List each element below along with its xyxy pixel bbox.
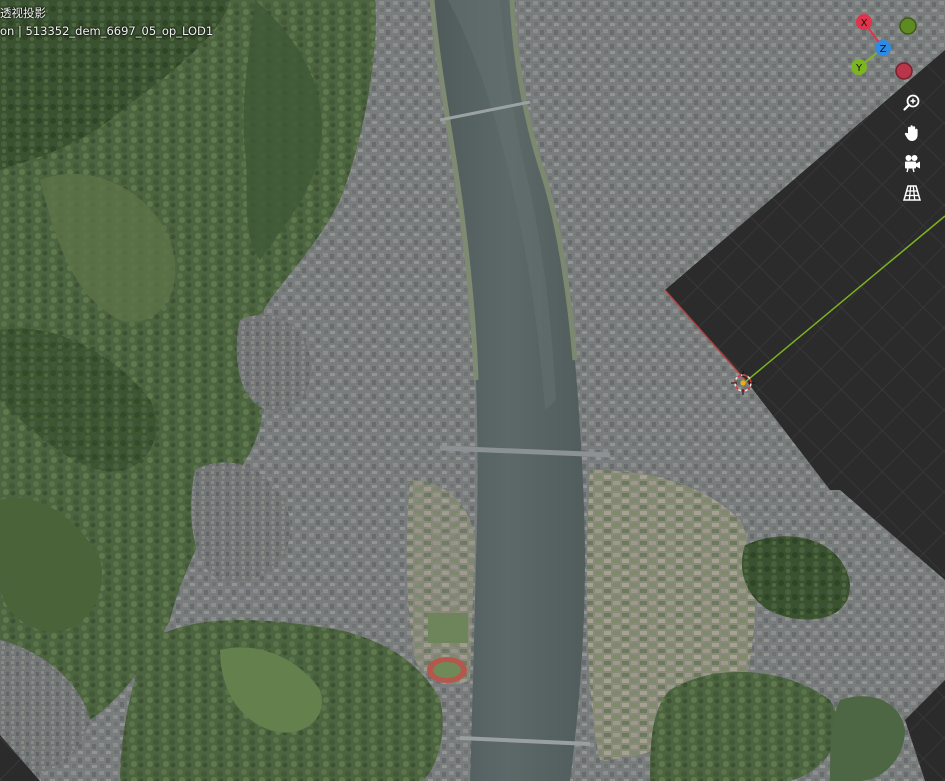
gizmo-z-handle: Z <box>875 40 891 56</box>
terrain-scene <box>0 0 945 781</box>
camera-view-button[interactable] <box>898 149 926 177</box>
gizmo-x-handle: X <box>856 14 872 30</box>
navigation-buttons <box>898 89 926 209</box>
pan-button[interactable] <box>898 119 926 147</box>
gizmo-neg-x-handle <box>895 62 913 80</box>
gizmo-y-handle: Y <box>851 59 867 75</box>
grid-perspective-icon <box>903 185 921 201</box>
zoom-button[interactable] <box>898 89 926 117</box>
magnifier-plus-icon <box>903 94 920 111</box>
gizmo-x-label: X <box>861 18 868 29</box>
object-info-label: on | 513352_dem_6697_05_op_LOD1 <box>0 24 214 38</box>
viewport-header: 透视投影 on | 513352_dem_6697_05_op_LOD1 <box>0 4 213 40</box>
navigation-gizmo[interactable]: X Z Y <box>848 10 928 82</box>
gizmo-neg-y-handle <box>899 17 917 35</box>
hand-icon <box>904 125 918 141</box>
camera-icon <box>905 155 920 173</box>
gizmo-z-label: Z <box>880 44 887 55</box>
3d-viewport[interactable]: 透视投影 on | 513352_dem_6697_05_op_LOD1 X Z… <box>0 0 945 781</box>
gizmo-y-label: Y <box>855 63 863 74</box>
view-mode-label: 透视投影 <box>0 6 46 20</box>
perspective-toggle-button[interactable] <box>898 179 926 207</box>
